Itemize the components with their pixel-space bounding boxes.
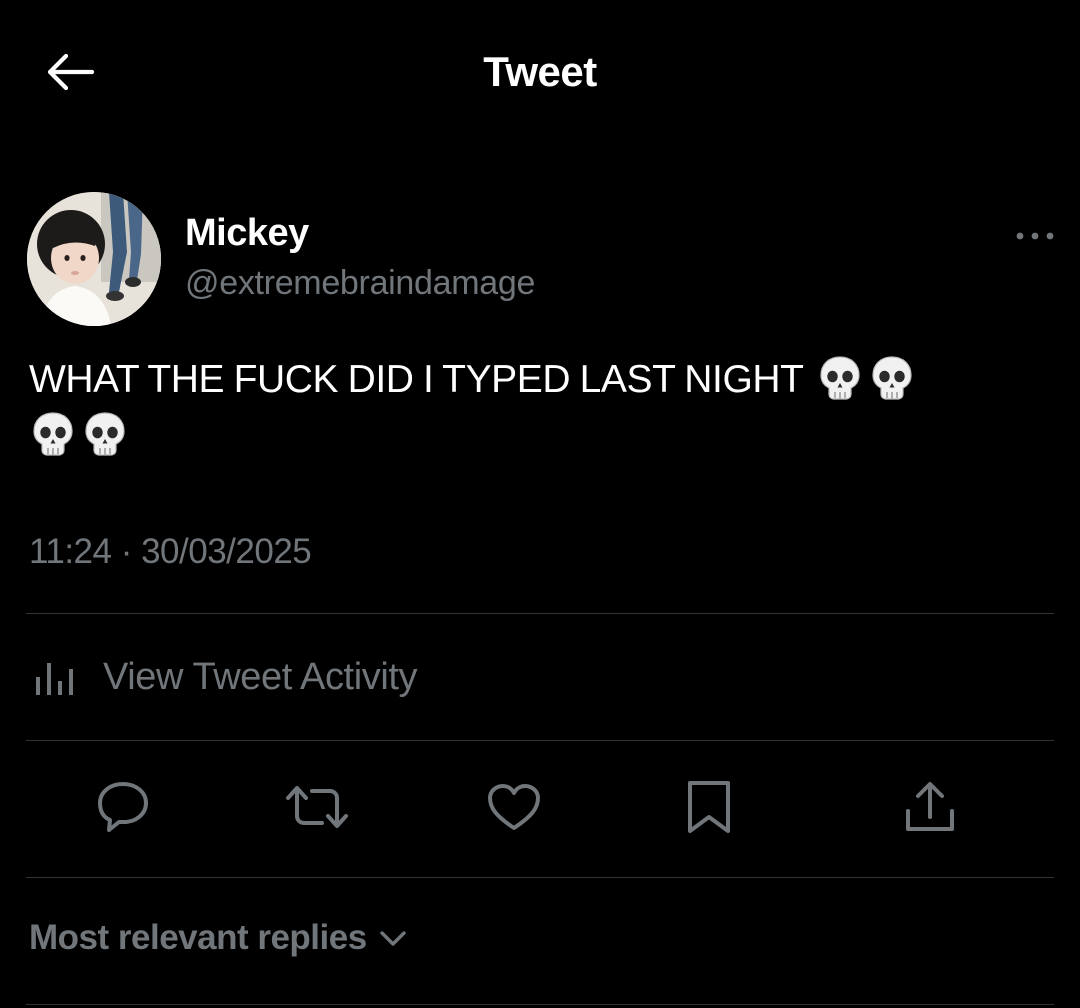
divider bbox=[26, 740, 1054, 741]
tweet-body: WHAT THE FUCK DID I TYPED LAST NIGHT bbox=[29, 358, 803, 401]
chevron-down-icon bbox=[379, 928, 407, 948]
skull-emoji bbox=[872, 356, 912, 400]
view-tweet-activity-link[interactable]: View Tweet Activity bbox=[33, 652, 418, 702]
retweet-icon bbox=[284, 782, 350, 837]
share-icon bbox=[902, 779, 958, 840]
reply-icon bbox=[95, 780, 151, 839]
like-button[interactable] bbox=[479, 774, 549, 844]
divider bbox=[26, 877, 1054, 878]
replies-sort-label: Most relevant replies bbox=[29, 918, 367, 957]
replies-sort-dropdown[interactable]: Most relevant replies bbox=[29, 918, 407, 958]
page-title: Tweet bbox=[483, 48, 597, 95]
heart-icon bbox=[486, 782, 542, 837]
skull-emoji bbox=[820, 356, 860, 400]
bar-chart-icon bbox=[33, 655, 83, 700]
avatar[interactable] bbox=[27, 192, 161, 326]
reply-button[interactable] bbox=[88, 774, 158, 844]
bookmark-button[interactable] bbox=[674, 774, 744, 844]
author-handle[interactable]: @extremebraindamage bbox=[185, 264, 535, 303]
more-options-button[interactable] bbox=[1012, 222, 1058, 252]
share-button[interactable] bbox=[895, 774, 965, 844]
skull-emoji bbox=[33, 412, 73, 456]
bookmark-icon bbox=[684, 779, 734, 840]
tweet-timestamp: 11:24 · 30/03/2025 bbox=[29, 532, 312, 571]
author-name[interactable]: Mickey bbox=[185, 212, 309, 255]
retweet-button[interactable] bbox=[282, 774, 352, 844]
divider bbox=[26, 1004, 1054, 1005]
divider bbox=[26, 613, 1054, 614]
skull-emoji bbox=[85, 412, 125, 456]
more-horizontal-icon bbox=[1015, 228, 1055, 246]
activity-label: View Tweet Activity bbox=[103, 655, 418, 698]
tweet-text: WHAT THE FUCK DID I TYPED LAST NIGHT bbox=[29, 352, 1029, 464]
